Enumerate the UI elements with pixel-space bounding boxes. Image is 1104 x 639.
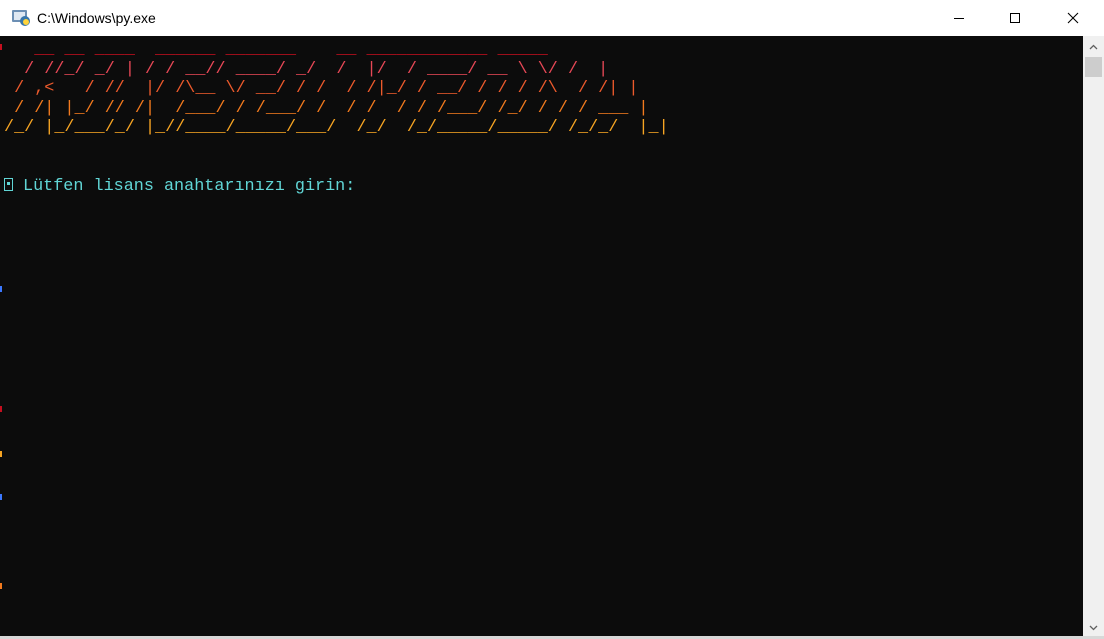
- banner-line: /_/ |_/___/_/ |_//____/_____/___/ /_/ /_…: [4, 118, 669, 137]
- edge-marker: [0, 44, 2, 50]
- maximize-button[interactable]: [992, 0, 1038, 36]
- license-prompt: Lütfen lisans anahtarınızı girin:: [4, 177, 355, 197]
- banner-line: / /| |_/ // /| /___/ / /___/ / / / / / /…: [4, 98, 649, 118]
- edge-marker: [0, 451, 2, 457]
- window-title: C:\Windows\py.exe: [37, 10, 156, 26]
- python-app-icon: [11, 7, 31, 27]
- scroll-down-button[interactable]: [1083, 619, 1104, 637]
- console-output[interactable]: __ __ ____ ______ _______ __ ___________…: [0, 36, 1083, 636]
- title-bar[interactable]: C:\Windows\py.exe: [0, 0, 1104, 36]
- banner-line: / ,< / // |/ /\__ \/ __/ / / / /|_/ / __…: [4, 79, 639, 98]
- chevron-down-icon: [1089, 625, 1098, 631]
- minimize-icon: [954, 18, 964, 19]
- banner-line: / //_/ _/ | / / __// ____/ _/ / |/ / ___…: [4, 59, 609, 79]
- edge-marker: [0, 406, 2, 412]
- edge-marker: [0, 286, 2, 292]
- chevron-up-icon: [1089, 44, 1098, 50]
- edge-marker: [0, 494, 2, 500]
- scroll-thumb[interactable]: [1085, 57, 1102, 77]
- banner-line: __ __ ____ ______ _______ __ ___________…: [4, 40, 548, 59]
- edge-marker: [0, 583, 2, 589]
- license-prompt-text: Lütfen lisans anahtarınızı girin:: [23, 177, 356, 196]
- minimize-button[interactable]: [936, 0, 982, 36]
- maximize-icon: [1010, 13, 1020, 23]
- vertical-scrollbar[interactable]: [1083, 36, 1104, 636]
- scroll-up-button[interactable]: [1083, 38, 1104, 56]
- ascii-banner: __ __ ____ ______ _______ __ ___________…: [4, 40, 669, 138]
- key-icon: [4, 178, 13, 191]
- close-icon: [1067, 12, 1079, 24]
- close-button[interactable]: [1050, 0, 1096, 36]
